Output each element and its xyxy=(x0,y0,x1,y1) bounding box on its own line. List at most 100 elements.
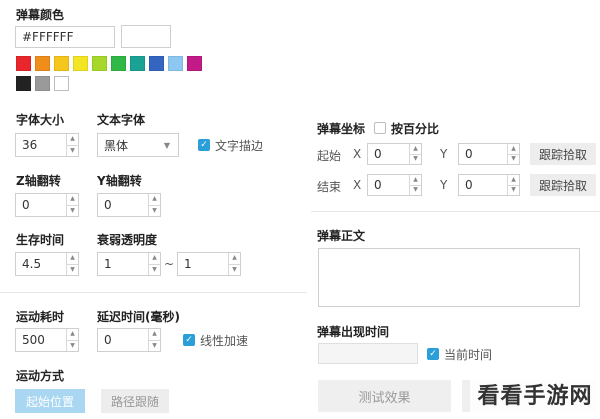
stepper-up-icon[interactable]: ▲ xyxy=(67,253,78,264)
start-y-stepper[interactable]: 0 ▲ ▼ xyxy=(458,143,520,165)
end-row-label: 结束 xyxy=(317,180,342,194)
z-rotation-stepper[interactable]: 0 ▲ ▼ xyxy=(15,193,79,217)
start-position-button[interactable]: 起始位置 xyxy=(15,389,85,413)
stroke-checkbox[interactable]: ✓ xyxy=(198,139,210,151)
watermark-logo: 看看手游网 xyxy=(470,369,600,419)
color-swatch[interactable] xyxy=(16,56,31,71)
stepper-down-icon[interactable]: ▼ xyxy=(508,184,519,196)
color-swatch[interactable] xyxy=(168,56,183,71)
end-y-value: 0 xyxy=(465,178,473,192)
stepper-down-icon[interactable]: ▼ xyxy=(67,263,78,276)
color-swatch[interactable] xyxy=(187,56,202,71)
lifetime-value: 4.5 xyxy=(22,257,42,271)
color-swatch[interactable] xyxy=(54,56,69,71)
linear-checkbox[interactable]: ✓ xyxy=(183,334,195,346)
stepper-up-icon[interactable]: ▲ xyxy=(149,329,160,340)
time-input[interactable] xyxy=(318,343,418,364)
stroke-label: 文字描边 xyxy=(215,139,264,153)
stepper-down-icon[interactable]: ▼ xyxy=(410,153,421,165)
stepper-down-icon[interactable]: ▼ xyxy=(149,339,160,352)
stepper-up-icon[interactable]: ▲ xyxy=(410,144,421,154)
y-rotation-label: Y轴翻转 xyxy=(97,174,142,188)
check-icon: ✓ xyxy=(200,139,208,150)
fade-to-stepper[interactable]: 1 ▲ ▼ xyxy=(177,252,241,276)
duration-value: 500 xyxy=(22,333,45,347)
stepper-up-icon[interactable]: ▲ xyxy=(67,134,78,145)
color-section-title: 弹幕颜色 xyxy=(16,8,65,22)
stepper-down-icon[interactable]: ▼ xyxy=(149,204,160,217)
right-divider xyxy=(311,211,600,212)
stepper-down-icon[interactable]: ▼ xyxy=(67,339,78,352)
time-title: 弹幕出现时间 xyxy=(317,325,390,339)
stepper-down-icon[interactable]: ▼ xyxy=(229,263,240,276)
stepper-up-icon[interactable]: ▲ xyxy=(67,194,78,205)
y-rotation-stepper[interactable]: 0 ▲ ▼ xyxy=(97,193,161,217)
color-swatch[interactable] xyxy=(130,56,145,71)
color-swatch[interactable] xyxy=(111,56,126,71)
color-preview[interactable] xyxy=(121,25,171,48)
test-effect-button[interactable]: 测试效果 xyxy=(318,380,451,412)
fade-label: 衰弱透明度 xyxy=(97,233,158,247)
end-pick-button[interactable]: 跟踪拾取 xyxy=(530,174,596,196)
end-x-label: X xyxy=(353,178,362,192)
font-family-value: 黑体 xyxy=(104,138,129,153)
current-time-checkbox[interactable]: ✓ xyxy=(427,348,439,360)
y-rotation-value: 0 xyxy=(104,198,112,212)
lifetime-label: 生存时间 xyxy=(16,233,65,247)
stepper-up-icon[interactable]: ▲ xyxy=(149,194,160,205)
stepper-up-icon[interactable]: ▲ xyxy=(229,253,240,264)
color-swatch[interactable] xyxy=(149,56,164,71)
start-row-label: 起始 xyxy=(317,149,342,163)
fade-from-stepper[interactable]: 1 ▲ ▼ xyxy=(97,252,161,276)
left-divider xyxy=(0,292,307,293)
check-icon: ✓ xyxy=(185,334,193,345)
z-rotation-value: 0 xyxy=(22,198,30,212)
stepper-up-icon[interactable]: ▲ xyxy=(67,329,78,340)
stepper-down-icon[interactable]: ▼ xyxy=(508,153,519,165)
start-x-stepper[interactable]: 0 ▲ ▼ xyxy=(367,143,422,165)
font-size-label: 字体大小 xyxy=(16,113,65,127)
start-y-label: Y xyxy=(440,147,448,161)
start-pick-button[interactable]: 跟踪拾取 xyxy=(530,143,596,165)
delay-stepper[interactable]: 0 ▲ ▼ xyxy=(97,328,161,352)
z-rotation-label: Z轴翻转 xyxy=(16,174,61,188)
path-follow-button[interactable]: 路径跟随 xyxy=(101,389,169,413)
coords-title: 弹幕坐标 xyxy=(317,122,366,136)
font-family-select[interactable]: 黑体 ▼ xyxy=(97,133,179,157)
stepper-down-icon[interactable]: ▼ xyxy=(149,263,160,276)
body-text-title: 弹幕正文 xyxy=(317,229,366,243)
stepper-up-icon[interactable]: ▲ xyxy=(508,175,519,185)
stepper-up-icon[interactable]: ▲ xyxy=(410,175,421,185)
stepper-down-icon[interactable]: ▼ xyxy=(67,204,78,217)
fade-to-value: 1 xyxy=(184,257,192,271)
linear-label: 线性加速 xyxy=(200,334,249,348)
stepper-down-icon[interactable]: ▼ xyxy=(67,144,78,157)
color-hex-input[interactable]: #FFFFFF xyxy=(15,26,115,48)
color-swatch[interactable] xyxy=(73,56,88,71)
end-x-stepper[interactable]: 0 ▲ ▼ xyxy=(367,174,422,196)
delay-label: 延迟时间(毫秒) xyxy=(97,310,180,324)
start-x-value: 0 xyxy=(374,147,382,161)
fade-from-value: 1 xyxy=(104,257,112,271)
color-swatch[interactable] xyxy=(92,56,107,71)
start-y-value: 0 xyxy=(465,147,473,161)
end-y-stepper[interactable]: 0 ▲ ▼ xyxy=(458,174,520,196)
start-x-label: X xyxy=(353,147,362,161)
percent-checkbox[interactable] xyxy=(374,122,386,134)
stepper-up-icon[interactable]: ▲ xyxy=(149,253,160,264)
caret-down-icon: ▼ xyxy=(163,141,170,150)
stepper-down-icon[interactable]: ▼ xyxy=(410,184,421,196)
duration-stepper[interactable]: 500 ▲ ▼ xyxy=(15,328,79,352)
color-swatch[interactable] xyxy=(16,76,31,91)
lifetime-stepper[interactable]: 4.5 ▲ ▼ xyxy=(15,252,79,276)
percent-label: 按百分比 xyxy=(391,122,440,136)
font-size-stepper[interactable]: 36 ▲ ▼ xyxy=(15,133,79,157)
stepper-up-icon[interactable]: ▲ xyxy=(508,144,519,154)
font-size-value: 36 xyxy=(22,138,38,152)
body-text-area[interactable] xyxy=(318,248,580,307)
color-swatch[interactable] xyxy=(35,56,50,71)
color-swatch[interactable] xyxy=(35,76,50,91)
duration-label: 运动耗时 xyxy=(16,310,65,324)
fade-separator: ~ xyxy=(164,257,175,271)
color-swatch[interactable] xyxy=(54,76,69,91)
